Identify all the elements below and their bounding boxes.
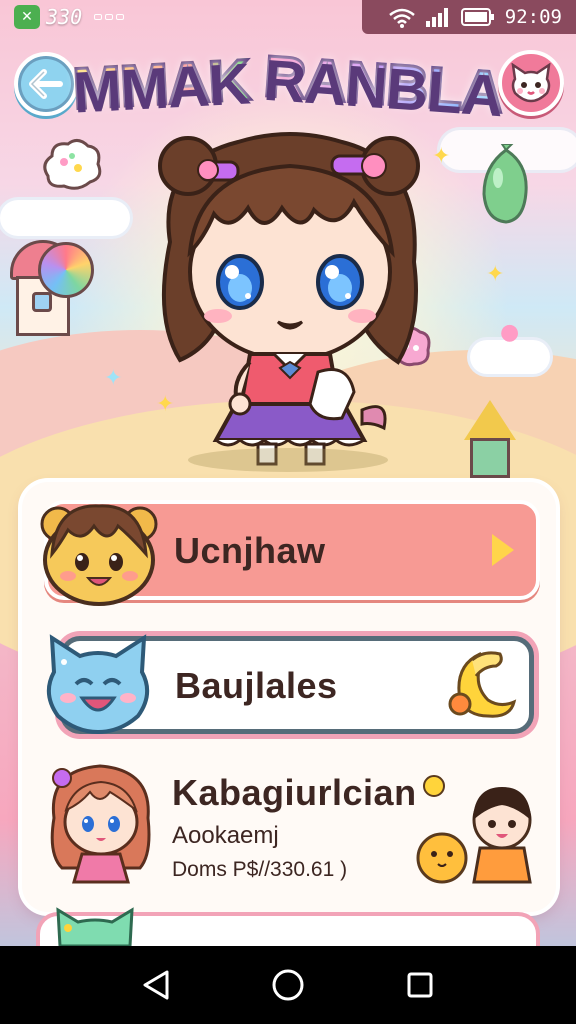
status-left: ✕ 330 <box>14 5 125 29</box>
back-button[interactable] <box>14 52 78 116</box>
green-cat-avatar-icon <box>56 907 134 946</box>
notification-count: 330 <box>46 5 83 29</box>
cloud <box>470 340 550 374</box>
nav-back-button[interactable] <box>131 960 181 1010</box>
popcorn-cloud-icon <box>43 139 102 190</box>
game-title: MMAK RANBLA <box>70 36 506 132</box>
menu-item-subtitle: Aookaemj <box>172 822 279 849</box>
banana-icon <box>448 651 517 718</box>
hero-character <box>118 122 462 472</box>
status-right: 92:09 <box>362 0 576 34</box>
balloon-icon <box>482 144 528 224</box>
status-time: 92:09 <box>504 6 562 28</box>
girl-avatar-icon <box>50 764 151 884</box>
status-dots-icon <box>94 14 125 20</box>
nav-back-icon <box>143 970 169 1000</box>
lollipop-decoration <box>38 242 94 298</box>
cloud <box>0 200 130 236</box>
sparkle-icon: ✦ <box>486 262 505 287</box>
signal-icon <box>425 7 451 27</box>
friends-group-icon <box>416 775 532 884</box>
bear-boy-avatar-icon <box>40 504 158 606</box>
nav-home-icon <box>272 969 304 1001</box>
profile-button[interactable] <box>498 50 564 116</box>
wifi-icon <box>388 8 415 28</box>
menu-item-label: Kabagiurlcian <box>172 772 417 813</box>
nav-recents-button[interactable] <box>395 960 445 1010</box>
play-arrow-icon <box>492 534 514 566</box>
hero-shadow <box>188 448 388 472</box>
nav-recents-icon <box>407 972 433 998</box>
battery-icon <box>460 8 495 26</box>
blue-cat-avatar-icon <box>46 634 150 735</box>
back-arrow-icon <box>29 69 63 99</box>
menu-item-detail: Doms P$//330.61 ) <box>172 858 348 881</box>
title-word-2: RANBLA <box>260 42 506 127</box>
sparkle-icon: ● <box>500 320 520 345</box>
title-word-1: MMAK <box>70 45 253 122</box>
menu-item-label: Ucnjhaw <box>174 530 326 571</box>
menu-item-label: Baujlales <box>175 665 338 706</box>
tower-decoration <box>460 400 520 480</box>
nav-home-button[interactable] <box>263 960 313 1010</box>
app-notification-icon: ✕ <box>14 5 40 29</box>
status-bar: ✕ 330 92:09 <box>0 0 576 34</box>
navigation-bar <box>0 946 576 1024</box>
cat-face-icon <box>511 63 551 103</box>
chibi-girl-illustration <box>158 132 420 466</box>
